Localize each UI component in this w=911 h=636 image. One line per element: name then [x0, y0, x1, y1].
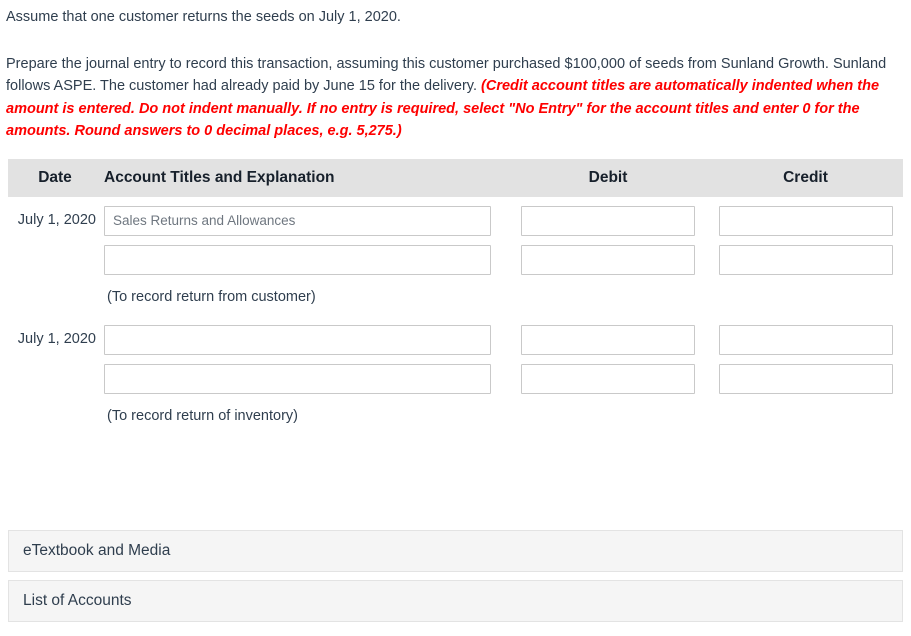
account-title-input[interactable]: [104, 245, 491, 275]
row-credit-cell: [708, 245, 903, 275]
entry-explanation-text: (To record return from customer): [107, 289, 316, 305]
credit-amount-input[interactable]: [718, 245, 893, 275]
credit-amount-input[interactable]: [718, 364, 893, 394]
row-debit-cell: [508, 325, 708, 355]
account-title-input[interactable]: Sales Returns and Allowances: [104, 206, 491, 236]
account-title-input[interactable]: [104, 325, 491, 355]
prompt-paragraph-2: Prepare the journal entry to record this…: [6, 53, 901, 143]
row-credit-cell: [708, 364, 903, 394]
journal-block: July 1, 2020 (To record return of invent…: [8, 325, 903, 424]
journal-entry-page: Assume that one customer returns the see…: [0, 0, 911, 636]
table-header-row: Date Account Titles and Explanation Debi…: [8, 159, 903, 197]
row-credit-cell: [708, 325, 903, 355]
debit-amount-input[interactable]: [521, 245, 695, 275]
debit-amount-input[interactable]: [521, 325, 695, 355]
row-debit-cell: [508, 206, 708, 236]
column-header-debit: Debit: [588, 169, 628, 186]
credit-amount-input[interactable]: [718, 325, 893, 355]
row-date: July 1, 2020: [17, 331, 96, 347]
row-account-cell: [104, 325, 508, 355]
entry-explanation-text: (To record return of inventory): [107, 408, 298, 424]
table-row: July 1, 2020 Sales Returns and Allowance…: [8, 206, 903, 236]
etextbook-and-media-label: eTextbook and Media: [23, 542, 171, 559]
question-prompt: Assume that one customer returns the see…: [0, 0, 911, 143]
column-header-account-titles: Account Titles and Explanation: [104, 169, 335, 186]
row-debit-cell: [508, 364, 708, 394]
resource-panels: eTextbook and Media List of Accounts: [8, 530, 903, 630]
row-date: [8, 245, 104, 249]
list-of-accounts-panel[interactable]: List of Accounts: [8, 580, 903, 622]
column-header-credit: Credit: [783, 169, 828, 186]
credit-amount-input[interactable]: [718, 206, 893, 236]
journal-block: July 1, 2020 Sales Returns and Allowance…: [8, 206, 903, 305]
entry-explanation: (To record return from customer): [8, 289, 903, 305]
column-header-date: Date: [38, 169, 72, 186]
row-account-cell: [104, 245, 508, 275]
row-debit-cell: [508, 245, 708, 275]
debit-amount-input[interactable]: [521, 206, 695, 236]
row-account-cell: [104, 364, 508, 394]
etextbook-and-media-panel[interactable]: eTextbook and Media: [8, 530, 903, 572]
table-row: [8, 364, 903, 394]
row-credit-cell: [708, 206, 903, 236]
journal-entry-table: Date Account Titles and Explanation Debi…: [8, 159, 903, 424]
account-title-input[interactable]: [104, 364, 491, 394]
row-date: [8, 364, 104, 368]
table-row: [8, 245, 903, 275]
debit-amount-input[interactable]: [521, 364, 695, 394]
table-row: July 1, 2020: [8, 325, 903, 355]
row-date: July 1, 2020: [17, 212, 96, 228]
row-account-cell: Sales Returns and Allowances: [104, 206, 508, 236]
entry-explanation: (To record return of inventory): [8, 408, 903, 424]
prompt-line-1: Assume that one customer returns the see…: [6, 9, 401, 25]
list-of-accounts-label: List of Accounts: [23, 592, 132, 609]
